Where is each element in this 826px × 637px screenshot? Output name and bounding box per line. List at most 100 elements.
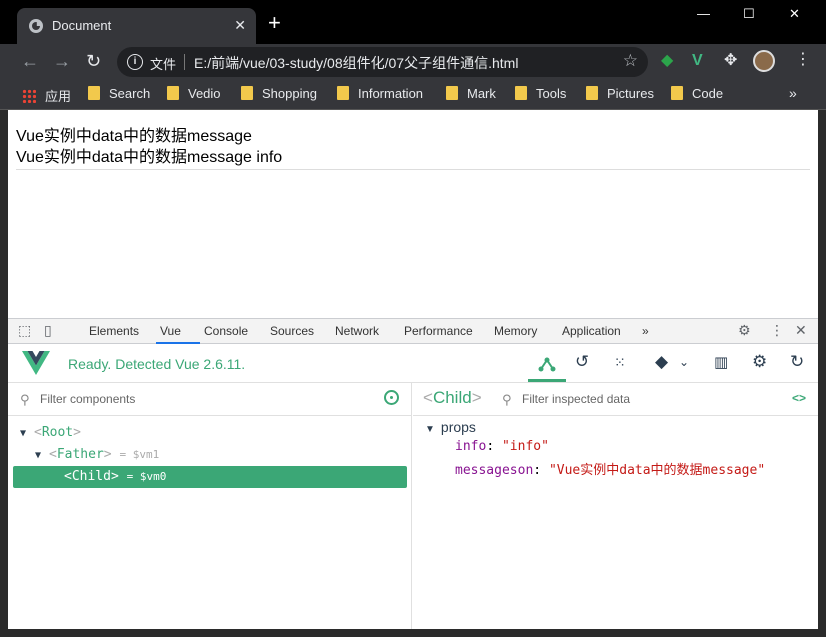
vue-active-tool-indicator <box>528 379 566 382</box>
component-name: Father <box>56 447 104 462</box>
device-toggle-icon[interactable]: ▯ <box>44 322 52 339</box>
browser-menu-icon[interactable]: ⋮ <box>795 50 811 70</box>
tabs-overflow-button[interactable]: » <box>642 324 649 338</box>
address-bar[interactable]: i 文件 E:/前端/vue/03-study/08组件化/07父子组件通信.h… <box>117 47 648 77</box>
tab-vue[interactable]: Vue <box>160 324 181 338</box>
filter-data-input[interactable]: Filter inspected data <box>522 392 630 406</box>
props-label: props <box>440 419 476 435</box>
bookmark-information[interactable]: Information <box>337 86 423 101</box>
filter-components-input[interactable]: Filter components <box>40 392 135 406</box>
browser-window: Document ✕ + — ☐ ✕ ← → ↻ i 文件 E:/前端/vue/… <box>0 0 826 637</box>
close-devtools-icon[interactable]: ✕ <box>795 322 807 339</box>
info-icon[interactable]: i <box>127 54 143 70</box>
settings-gear-icon[interactable]: ⚙ <box>738 322 751 339</box>
bookmark-pictures[interactable]: Pictures <box>586 86 654 101</box>
close-window-button[interactable]: ✕ <box>789 6 800 22</box>
new-tab-button[interactable]: + <box>268 12 281 34</box>
open-source-code-icon[interactable]: <> <box>792 391 806 405</box>
tab-close-button[interactable]: ✕ <box>234 16 246 34</box>
tree-node-root[interactable]: ▼ <Root> <box>20 425 81 440</box>
maximize-button[interactable]: ☐ <box>743 6 755 22</box>
url-text[interactable]: E:/前端/vue/03-study/08组件化/07父子组件通信.html <box>194 53 518 73</box>
horizontal-rule <box>16 169 810 170</box>
tree-node-child[interactable]: <Child> = $vm0 <box>64 469 166 484</box>
vue-settings-icon[interactable]: ⚙ <box>752 352 767 372</box>
folder-icon <box>241 86 253 100</box>
bookmarks-bar: 应用 Search Vedio Shopping Information Mar… <box>0 79 826 110</box>
tab-strip: Document ✕ + — ☐ ✕ <box>0 0 826 44</box>
page-content: Vue实例中data中的数据message Vue实例中data中的数据mess… <box>8 111 818 318</box>
message-line-2: Vue实例中data中的数据message info <box>16 149 283 166</box>
vm-ref: = $vm0 <box>126 470 167 483</box>
back-button[interactable]: ← <box>21 51 39 71</box>
folder-icon <box>515 86 527 100</box>
prop-key: messageson <box>455 463 534 478</box>
tab-network[interactable]: Network <box>335 324 379 338</box>
tab-memory[interactable]: Memory <box>494 324 537 338</box>
bookmark-label: Search <box>109 86 151 101</box>
folder-icon <box>167 86 179 100</box>
expand-triangle-icon[interactable]: ▼ <box>20 428 34 439</box>
inspected-component-name: Child <box>432 388 472 407</box>
minimize-button[interactable]: — <box>697 6 710 21</box>
history-icon[interactable]: ↺ <box>575 352 589 372</box>
inspected-component-title: <Child> <box>423 388 482 407</box>
bookmark-shopping[interactable]: Shopping <box>241 86 317 101</box>
refresh-icon[interactable]: ↻ <box>790 352 804 372</box>
address-separator <box>184 54 185 70</box>
extensions-puzzle-icon[interactable]: ✥ <box>724 52 737 70</box>
evernote-extension-icon[interactable]: ◆ <box>661 52 673 70</box>
tree-node-father[interactable]: ▼ <Father> = $vm1 <box>35 447 159 462</box>
events-icon[interactable]: ◆ <box>655 352 668 372</box>
browser-tab[interactable]: Document ✕ <box>17 8 256 44</box>
folder-icon <box>671 86 683 100</box>
performance-chart-icon[interactable]: ▥ <box>714 353 728 371</box>
bookmark-search[interactable]: Search <box>88 86 150 101</box>
component-name: Root <box>41 425 74 440</box>
tab-console[interactable]: Console <box>204 324 248 338</box>
filter-components-bar: ⚲ Filter components <box>8 383 411 416</box>
devtools-menu-icon[interactable]: ⋮ <box>770 322 784 339</box>
bookmark-star-icon[interactable]: ☆ <box>623 51 638 71</box>
expand-triangle-icon[interactable]: ▼ <box>425 424 435 435</box>
select-component-target-icon[interactable] <box>384 390 399 405</box>
prop-value[interactable]: "info" <box>502 439 549 454</box>
inspect-element-icon[interactable]: ⬚ <box>18 322 31 339</box>
expand-triangle-icon[interactable]: ▼ <box>35 450 49 461</box>
bookmark-label: Mark <box>467 86 496 101</box>
folder-icon <box>446 86 458 100</box>
prop-key: info <box>455 439 487 454</box>
forward-button[interactable]: → <box>53 51 71 71</box>
bookmark-tools[interactable]: Tools <box>515 86 566 101</box>
devtools-tabbar: ⬚ ▯ Elements Vue Console Sources Network… <box>8 318 818 344</box>
components-tree-icon[interactable] <box>538 354 556 372</box>
chevron-down-icon[interactable]: ⌄ <box>679 355 689 369</box>
bookmark-vedio[interactable]: Vedio <box>167 86 221 101</box>
folder-icon <box>337 86 349 100</box>
props-section-header[interactable]: ▼ props <box>425 419 476 435</box>
vuex-icon[interactable]: ⁙ <box>614 354 626 371</box>
folder-icon <box>88 86 100 100</box>
folder-icon <box>586 86 598 100</box>
tab-performance[interactable]: Performance <box>404 324 473 338</box>
bookmark-label: Code <box>692 86 724 101</box>
security-label: 文件 <box>150 57 177 72</box>
tab-application[interactable]: Application <box>562 324 621 338</box>
reload-button[interactable]: ↻ <box>86 51 101 71</box>
bookmark-mark[interactable]: Mark <box>446 86 496 101</box>
prop-row-messageson[interactable]: messageson: "Vue实例中data中的数据message" <box>455 459 765 478</box>
bookmark-code[interactable]: Code <box>671 86 723 101</box>
bookmark-label: Tools <box>536 86 567 101</box>
vue-devtools-extension-icon[interactable]: V <box>692 52 703 70</box>
bookmarks-overflow-button[interactable]: » <box>789 85 797 101</box>
profile-avatar[interactable] <box>753 50 775 72</box>
vue-status-text: Ready. Detected Vue 2.6.11. <box>68 356 246 372</box>
prop-value[interactable]: "Vue实例中data中的数据message" <box>549 463 765 478</box>
inspector-pane: <Child> ⚲ Filter inspected data <> ▼ prop… <box>413 383 818 629</box>
tab-elements[interactable]: Elements <box>89 324 139 338</box>
bookmark-apps[interactable]: 应用 <box>22 86 71 105</box>
tab-sources[interactable]: Sources <box>270 324 314 338</box>
prop-row-info[interactable]: info: "info" <box>455 439 549 454</box>
vue-logo-icon <box>22 351 50 375</box>
globe-icon <box>29 19 43 33</box>
